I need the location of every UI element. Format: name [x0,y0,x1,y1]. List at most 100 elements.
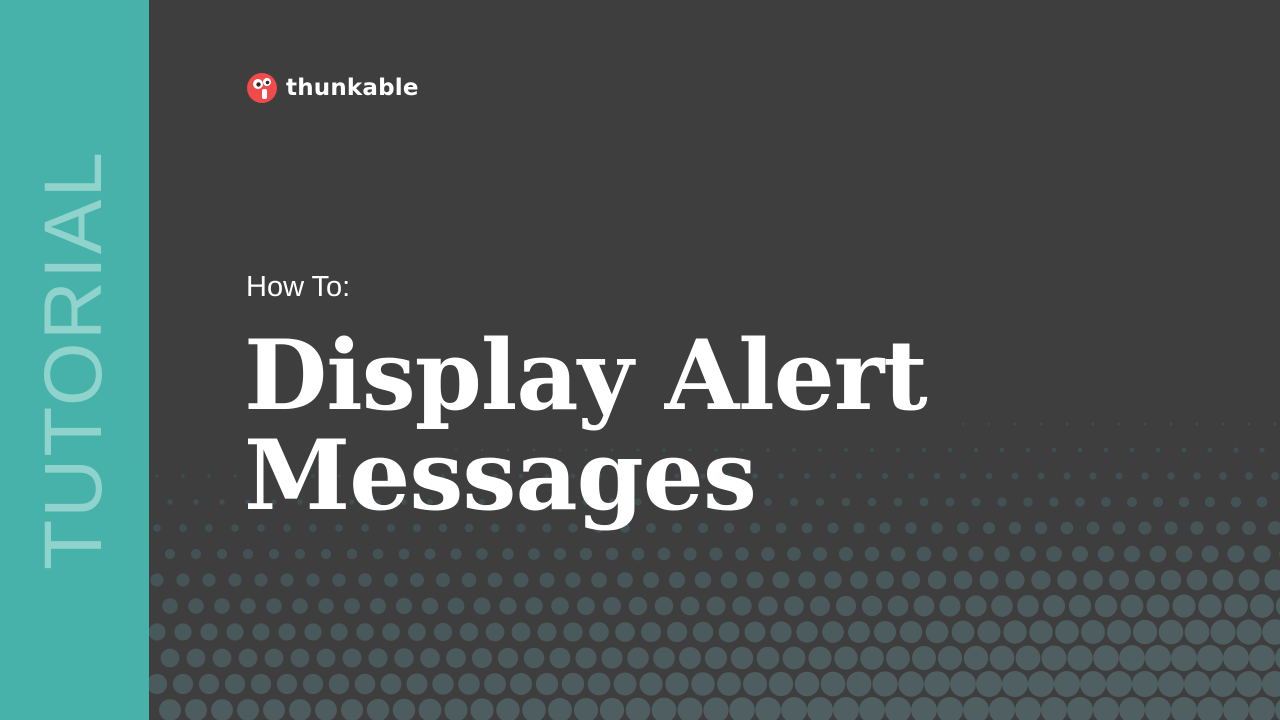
halftone-dot [214,598,230,614]
halftone-dot [680,596,700,616]
halftone-dot [315,699,337,720]
halftone-dot [1117,422,1121,426]
halftone-dot [761,547,775,561]
halftone-dot [890,546,906,562]
halftone-dot [342,648,362,668]
halftone-dot [617,572,633,588]
halftone-dot [510,673,532,695]
halftone-dot [1190,521,1204,535]
halftone-dot [772,571,790,589]
halftone-dot [807,697,833,720]
halftone-dot [834,646,858,670]
halftone-dot [1253,545,1271,563]
tutorial-title-card: TUTORIAL thunkable How To: Display Alert… [0,0,1280,720]
halftone-dot [1039,422,1043,426]
halftone-dot [1067,697,1093,720]
halftone-dot [522,698,546,720]
halftone-dot [796,621,818,643]
halftone-dot [1093,645,1119,671]
halftone-dot [1221,422,1225,426]
halftone-dot [573,697,599,720]
halftone-dot [1072,546,1088,562]
halftone-dot [250,673,272,695]
halftone-dot [224,673,246,695]
halftone-dot [756,646,780,670]
halftone-dot [605,547,619,561]
halftone-dot [1068,594,1092,618]
halftone-dot [901,570,921,590]
halftone-dot [628,596,648,616]
halftone-dot [717,672,741,696]
halftone-dot [950,671,976,697]
halftone-dot [446,648,466,668]
halftone-dot [1160,569,1182,591]
halftone-dot [703,697,729,720]
halftone-dot [997,497,1007,507]
halftone-dot [1106,671,1132,697]
halftone-dot [1145,645,1171,671]
halftone-dot [744,621,766,643]
halftone-dot [420,648,440,668]
halftone-dot [937,697,963,720]
halftone-dot [231,524,239,532]
halftone-dot [654,596,674,616]
halftone-dot [1120,594,1144,618]
halftone-dot [1129,447,1135,453]
halftone-dot [278,623,296,641]
halftone-dot [185,699,207,720]
halftone-dot [925,620,949,644]
halftone-dot [410,573,424,587]
halftone-dot [539,572,555,588]
halftone-dot [782,646,806,670]
halftone-dot [172,673,194,695]
halftone-dot [1193,472,1201,480]
halftone-dot [973,447,979,453]
halftone-dot [207,474,211,478]
halftone-dot [1015,645,1041,671]
halftone-dot [149,623,166,641]
halftone-dot [1273,422,1277,426]
halftone-dot [167,499,173,505]
halftone-dot [563,622,583,642]
halftone-dot [668,571,686,589]
halftone-dot [951,620,975,644]
halftone-dot [174,623,192,641]
halftone-dot [808,646,832,670]
halftone-dot [1134,569,1156,591]
halftone-dot [188,598,204,614]
halftone-dot [228,573,242,587]
halftone-dot [1210,619,1236,645]
halftone-dot [276,673,298,695]
halftone-dot [651,697,677,720]
halftone-dot [344,598,360,614]
halftone-dot [835,595,857,617]
halftone-dot [945,497,955,507]
halftone-dot [1091,422,1095,426]
halftone-dot [473,597,491,615]
halftone-dot [205,524,213,532]
halftone-dot [497,647,519,669]
halftone-dot [561,672,585,696]
halftone-dot [1181,447,1187,453]
halftone-dot [487,572,503,588]
halftone-dot [640,621,662,643]
halftone-dot [1158,619,1184,645]
halftone-dot [548,698,572,720]
halftone-dot [720,571,738,589]
halftone-dot [1236,619,1262,645]
halftone-dot [280,573,294,587]
halftone-dot [1020,546,1036,562]
side-label: TUTORIAL [28,150,119,570]
halftone-dot [1145,697,1171,720]
halftone-dot [730,646,754,670]
headline: Display Alert Messages [244,326,928,526]
halftone-dot [959,472,967,480]
halftone-dot [1051,447,1057,453]
halftone-dot [977,620,1001,644]
halftone-dot [732,596,752,616]
halftone-dot [976,671,1002,697]
halftone-dot [1155,447,1161,453]
halftone-dot [537,622,557,642]
halftone-dot [186,648,206,668]
halftone-dot [916,546,932,562]
